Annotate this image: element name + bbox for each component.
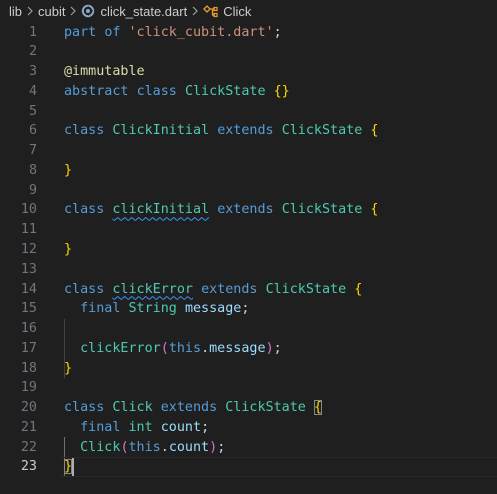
- code-text: }: [64, 241, 73, 257]
- code-line-22: 22 Click(this.count);: [0, 438, 497, 458]
- code-line-23: 23 }: [0, 457, 497, 478]
- line-number: 1: [28, 24, 37, 40]
- breadcrumb-folder-lib[interactable]: lib: [9, 4, 22, 19]
- matched-bracket: }: [64, 459, 73, 475]
- code-text: }: [64, 457, 73, 477]
- breadcrumb-folder-cubit[interactable]: cubit: [38, 4, 65, 19]
- code-line-8: 8 }: [0, 161, 497, 181]
- code-text: }: [64, 360, 73, 376]
- code-text: class Click extends ClickState {: [64, 400, 322, 416]
- class-symbol-icon: [203, 4, 218, 18]
- line-number: 21: [20, 419, 37, 435]
- code-line-6: 6 class ClickInitial extends ClickState …: [0, 121, 497, 141]
- code-line-15: 15 final String message;: [0, 299, 497, 319]
- code-line-16: 16: [0, 319, 497, 339]
- line-number: 12: [20, 241, 37, 257]
- code-text: part of 'click_cubit.dart';: [64, 24, 282, 40]
- line-number: 23: [20, 459, 37, 475]
- code-line-21: 21 final int count;: [0, 418, 497, 438]
- line-number: 9: [28, 182, 37, 198]
- chevron-right-icon: [69, 6, 77, 16]
- line-number: 3: [28, 64, 37, 80]
- code-line-7: 7: [0, 141, 497, 161]
- line-number: 6: [28, 123, 37, 139]
- code-line-19: 19: [0, 378, 497, 398]
- current-line-highlight: [60, 457, 497, 478]
- lint-warning-identifier: clickError: [112, 281, 193, 297]
- matched-bracket: {: [313, 400, 322, 416]
- code-text: }: [64, 162, 73, 178]
- lint-warning-identifier: clickInitial: [112, 202, 210, 218]
- code-text: @immutable: [64, 64, 145, 80]
- line-number: 4: [28, 83, 37, 99]
- breadcrumb-symbol[interactable]: Click: [223, 4, 251, 19]
- code-line-18: 18 }: [0, 359, 497, 379]
- code-line-11: 11: [0, 220, 497, 240]
- code-text: class clickError extends ClickState {: [64, 281, 363, 297]
- code-text: class ClickInitial extends ClickState {: [64, 123, 379, 139]
- code-text: abstract class ClickState {}: [64, 83, 290, 99]
- line-number: 8: [28, 162, 37, 178]
- chevron-right-icon: [191, 6, 199, 16]
- code-text: class clickInitial extends ClickState {: [64, 202, 379, 218]
- code-text: final int count;: [80, 419, 210, 435]
- code-text: final String message;: [80, 301, 250, 317]
- code-line-3: 3 @immutable: [0, 62, 497, 82]
- line-number: 16: [20, 321, 37, 337]
- code-text: Click(this.count);: [80, 439, 226, 455]
- line-number: 14: [20, 281, 37, 297]
- breadcrumb: lib cubit click_state.dart Click: [0, 0, 497, 22]
- line-number: 18: [20, 360, 37, 376]
- line-number: 20: [20, 400, 37, 416]
- code-line-12: 12 }: [0, 240, 497, 260]
- line-number: 22: [20, 439, 37, 455]
- line-number: 19: [20, 380, 37, 396]
- chevron-right-icon: [26, 6, 34, 16]
- code-text: clickError(this.message);: [80, 340, 282, 356]
- line-number: 13: [20, 261, 37, 277]
- code-line-13: 13: [0, 260, 497, 280]
- line-number: 15: [20, 301, 37, 317]
- code-line-17: 17 clickError(this.message);: [0, 339, 497, 359]
- code-editor[interactable]: 1 part of 'click_cubit.dart'; 2 3 @immut…: [0, 22, 497, 494]
- code-line-5: 5: [0, 102, 497, 122]
- code-line-2: 2: [0, 42, 497, 62]
- line-number: 2: [28, 44, 37, 60]
- breadcrumb-file[interactable]: click_state.dart: [100, 4, 187, 19]
- text-cursor: [72, 458, 74, 477]
- code-line-10: 10 class clickInitial extends ClickState…: [0, 200, 497, 220]
- line-number: 17: [20, 340, 37, 356]
- line-number: 7: [28, 143, 37, 159]
- line-number: 11: [20, 222, 37, 238]
- code-line-4: 4 abstract class ClickState {}: [0, 82, 497, 102]
- dart-file-icon: [81, 4, 95, 18]
- line-number: 10: [20, 202, 37, 218]
- line-number: 5: [28, 103, 37, 119]
- vscode-editor-window: lib cubit click_state.dart Click 1 part …: [0, 0, 497, 494]
- code-line-9: 9: [0, 181, 497, 201]
- code-line-1: 1 part of 'click_cubit.dart';: [0, 23, 497, 43]
- code-line-14: 14 class clickError extends ClickState {: [0, 280, 497, 300]
- code-line-20: 20 class Click extends ClickState {: [0, 398, 497, 418]
